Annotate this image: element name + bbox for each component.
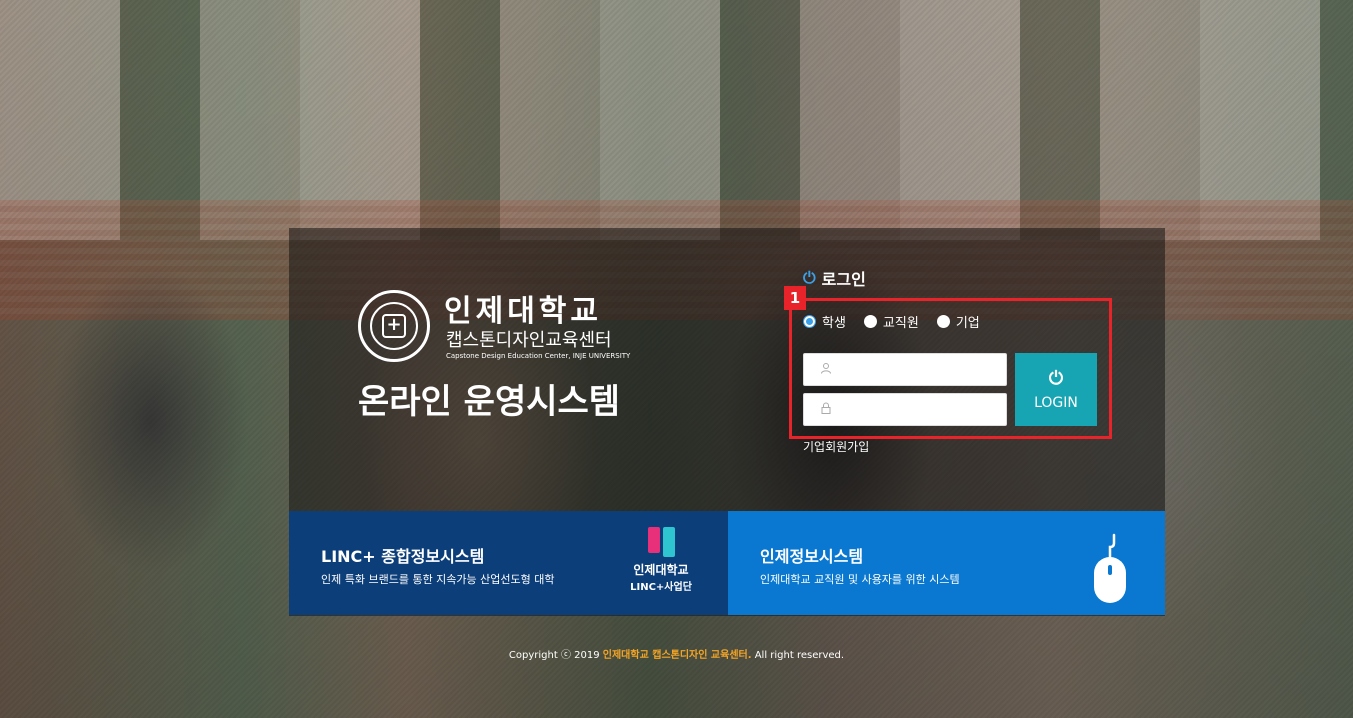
linc-system-banner[interactable]: LINC+ 종합정보시스템 인제 특화 브랜드를 통한 지속가능 산업선도형 대… — [289, 511, 728, 615]
linc-banner-title: LINC+ 종합정보시스템 — [321, 547, 485, 566]
radio-staff-dot[interactable] — [863, 315, 877, 328]
system-title: 온라인 운영시스템 — [358, 382, 621, 422]
linc-logo-line1: 인제대학교 — [633, 563, 689, 577]
linc-logo: 인제대학교 LINC+사업단 — [621, 527, 701, 607]
radio-student-label: 학생 — [822, 316, 846, 331]
id-field[interactable] — [803, 353, 1008, 386]
mouse-icon — [1088, 533, 1132, 605]
login-button-label: LOGIN — [1034, 395, 1078, 411]
radio-staff[interactable]: 교직원 — [863, 312, 919, 331]
center-name-english: Capstone Design Education Center, INJE U… — [446, 352, 631, 360]
linc-logo-line2: LINC+사업단 — [630, 582, 692, 593]
password-input[interactable] — [838, 402, 1008, 417]
linc-mark-icon — [647, 527, 675, 557]
login-heading-label: 로그인 — [821, 270, 866, 289]
radio-company-dot[interactable] — [936, 315, 950, 328]
copyright-suffix: All right reserved. — [751, 650, 845, 661]
copyright-prefix: Copyright ⓒ 2019 — [508, 650, 603, 661]
power-icon: ⏻ — [1048, 368, 1064, 388]
login-heading: ⏻ 로그인 — [803, 266, 866, 290]
university-name: 인제대학교 — [444, 294, 602, 329]
inje-banner-title: 인제정보시스템 — [760, 547, 864, 566]
radio-student[interactable]: 학생 — [803, 312, 846, 331]
radio-company-label: 기업 — [955, 316, 980, 331]
inje-system-banner[interactable]: 인제정보시스템 인제대학교 교직원 및 사용자를 위한 시스템 — [728, 511, 1165, 615]
user-type-radio-group: 학생 교직원 기업 — [803, 312, 980, 331]
lock-icon — [820, 402, 832, 417]
radio-student-dot[interactable] — [803, 315, 816, 328]
linc-banner-description: 인제 특화 브랜드를 통한 지속가능 산업선도형 대학 — [321, 573, 555, 586]
annotation-badge: 1 — [784, 286, 806, 310]
radio-staff-label: 교직원 — [882, 316, 919, 331]
copyright-brand: 인제대학교 캡스톤디자인 교육센터. — [602, 650, 752, 661]
password-field[interactable] — [803, 393, 1008, 426]
login-button[interactable]: ⏻ LOGIN — [1015, 353, 1097, 426]
inje-banner-description: 인제대학교 교직원 및 사용자를 위한 시스템 — [760, 573, 960, 586]
radio-company[interactable]: 기업 — [936, 312, 980, 331]
power-icon: ⏻ — [803, 268, 816, 287]
company-signup-link[interactable]: 기업회원가입 — [803, 438, 869, 455]
user-icon — [820, 362, 832, 377]
copyright-footer: Copyright ⓒ 2019 인제대학교 캡스톤디자인 교육센터. All … — [0, 646, 1353, 661]
center-name: 캡스톤디자인교육센터 — [446, 330, 612, 351]
university-seal-icon: + — [358, 290, 430, 362]
id-input[interactable] — [838, 362, 1008, 377]
